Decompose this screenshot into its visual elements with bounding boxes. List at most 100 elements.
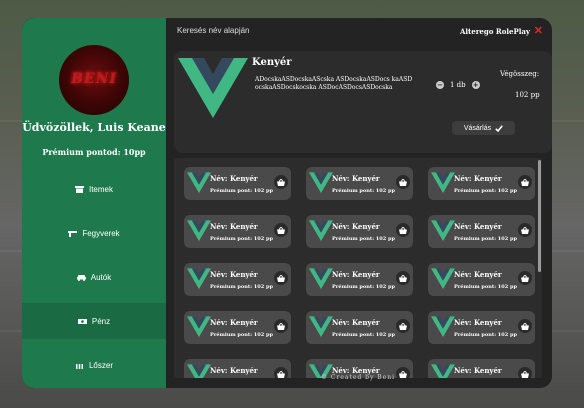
vue-logo-icon [309, 220, 333, 241]
add-to-basket-button[interactable] [274, 175, 288, 189]
sidebar-item-penz[interactable]: Pénz [22, 303, 166, 339]
product-card[interactable]: Név: Kenyér Prémium pont: 102 pp [184, 311, 291, 344]
product-card[interactable]: Név: Kenyér Prémium pont: 102 pp [306, 263, 413, 296]
basket-icon [521, 178, 529, 186]
product-grid: Név: Kenyér Prémium pont: 102 pp Név: Keny… [174, 158, 542, 378]
premium-points-text: Prémium pontod: 10pp [42, 147, 146, 157]
product-card[interactable]: Név: Kenyér Prémium pont: 102 pp [428, 215, 535, 248]
detail-item-name: Kenyér [252, 57, 292, 68]
scrollbar[interactable] [538, 160, 541, 272]
sidebar-item-fegyverek[interactable]: Fegyverek [22, 215, 166, 251]
product-card[interactable]: Név: Kenyér Prémium pont: 102 pp [428, 263, 535, 296]
quantity-minus-button[interactable]: − [436, 81, 444, 89]
search-by-name-label[interactable]: Keresés név alapján [177, 26, 250, 35]
add-to-basket-button[interactable] [518, 319, 532, 333]
basket-icon [399, 322, 407, 330]
welcome-text: Üdvözöllek, Luis Keane [22, 121, 166, 134]
product-price: Prémium pont: 102 pp [332, 284, 395, 290]
product-price: Prémium pont: 102 pp [332, 236, 395, 242]
quantity-stepper: − 1 db + [436, 81, 480, 89]
sidebar: BENI Üdvözöllek, Luis Keane Prémium pont… [22, 18, 166, 388]
vue-logo-icon [431, 172, 455, 193]
product-name: Név: Kenyér [332, 174, 380, 183]
sidebar-item-label: Lőszer [88, 360, 113, 370]
check-icon [495, 124, 503, 132]
product-price: Prémium pont: 102 pp [210, 236, 273, 242]
basket-icon [399, 178, 407, 186]
add-to-basket-button[interactable] [274, 319, 288, 333]
product-name: Név: Kenyér [332, 318, 380, 327]
buy-button[interactable]: Vásárlás [452, 121, 515, 135]
basket-icon [521, 274, 529, 282]
money-icon [77, 318, 87, 324]
vue-logo-icon [431, 316, 455, 337]
product-name: Név: Kenyér [332, 222, 380, 231]
product-price: Prémium pont: 102 pp [332, 188, 395, 194]
add-to-basket-button[interactable] [518, 271, 532, 285]
vue-logo-icon [178, 58, 248, 118]
product-card[interactable]: Név: Kenyér Prémium pont: 102 pp [184, 167, 291, 200]
add-to-basket-button[interactable] [396, 271, 410, 285]
product-card[interactable]: Név: Kenyér Prémium pont: 102 pp [184, 215, 291, 248]
basket-icon [277, 274, 285, 282]
basket-icon [277, 322, 285, 330]
product-price: Prémium pont: 102 pp [454, 284, 517, 290]
detail-item-description: ADocskaASDocskaAScska ASDocskaASDocs kaA… [255, 76, 413, 91]
add-to-basket-button[interactable] [274, 271, 288, 285]
vue-logo-icon [187, 220, 211, 241]
product-price: Prémium pont: 102 pp [454, 236, 517, 242]
product-price: Prémium pont: 102 pp [332, 332, 395, 338]
ammo-icon [75, 363, 83, 369]
product-card[interactable]: Név: Kenyér Prémium pont: 102 pp [428, 167, 535, 200]
buy-button-label: Vásárlás [463, 124, 492, 132]
sidebar-item-label: Fegyverek [82, 228, 120, 238]
vue-logo-icon [309, 316, 333, 337]
box-icon [74, 185, 84, 193]
product-price: Prémium pont: 102 pp [454, 332, 517, 338]
shop-panel: BENI Üdvözöllek, Luis Keane Prémium pont… [22, 18, 552, 388]
avatar: BENI [59, 45, 129, 115]
product-price: Prémium pont: 102 pp [210, 284, 273, 290]
product-name: Név: Kenyér [210, 270, 258, 279]
quantity-plus-button[interactable]: + [471, 81, 480, 89]
product-price: Prémium pont: 102 pp [210, 188, 273, 194]
product-name: Név: Kenyér [332, 270, 380, 279]
product-name: Név: Kenyér [210, 318, 258, 327]
product-name: Név: Kenyér [210, 222, 258, 231]
basket-icon [399, 274, 407, 282]
product-price: Prémium pont: 102 pp [454, 188, 517, 194]
vue-logo-icon [187, 268, 211, 289]
product-card[interactable]: Név: Kenyér Prémium pont: 102 pp [306, 215, 413, 248]
footer-credit: © Created by Beni [320, 374, 396, 381]
add-to-basket-button[interactable] [396, 319, 410, 333]
vue-logo-icon [187, 172, 211, 193]
vue-logo-icon [309, 268, 333, 289]
brand-title: Alterego RolePlay [459, 27, 530, 36]
sidebar-item-loszer[interactable]: Lőszer [22, 347, 166, 383]
basket-icon [277, 226, 285, 234]
basket-icon [399, 226, 407, 234]
add-to-basket-button[interactable] [396, 175, 410, 189]
add-to-basket-button[interactable] [518, 223, 532, 237]
product-name: Név: Kenyér [454, 270, 502, 279]
product-name: Név: Kenyér [210, 174, 258, 183]
product-card[interactable]: Név: Kenyér Prémium pont: 102 pp [306, 311, 413, 344]
gun-icon [68, 230, 78, 237]
selected-item-detail: Kenyér ADocskaASDocskaAScska ASDocskaASD… [174, 51, 552, 153]
sidebar-item-autok[interactable]: Autók [22, 259, 166, 295]
basket-icon [521, 226, 529, 234]
add-to-basket-button[interactable] [396, 223, 410, 237]
sidebar-item-itemek[interactable]: Itemek [22, 171, 166, 207]
avatar-logo-text: BENI [71, 71, 117, 87]
add-to-basket-button[interactable] [274, 223, 288, 237]
vue-logo-icon [431, 220, 455, 241]
product-card[interactable]: Név: Kenyér Prémium pont: 102 pp [184, 263, 291, 296]
product-card[interactable]: Név: Kenyér Prémium pont: 102 pp [306, 167, 413, 200]
quantity-value: 1 db [450, 81, 466, 89]
total-label: Végösszeg: [500, 70, 540, 78]
car-icon [76, 274, 86, 281]
close-button[interactable]: ✕ [534, 24, 543, 37]
add-to-basket-button[interactable] [518, 175, 532, 189]
product-card[interactable]: Név: Kenyér Prémium pont: 102 pp [428, 311, 535, 344]
vue-logo-icon [187, 316, 211, 337]
